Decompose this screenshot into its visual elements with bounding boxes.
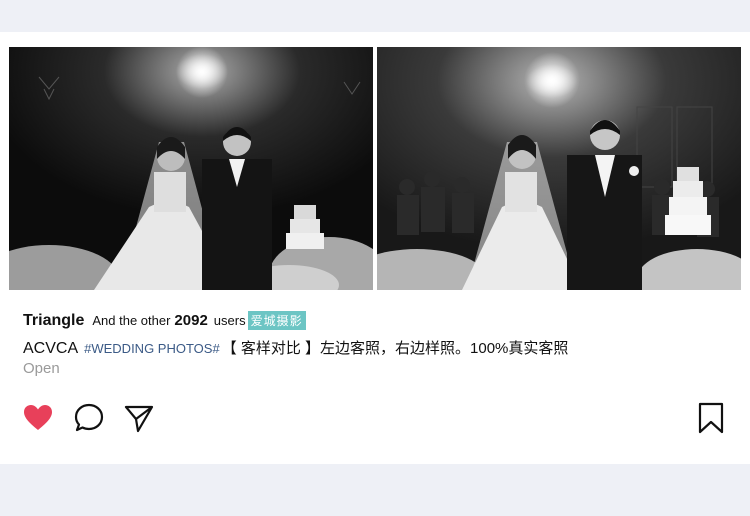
caption-text: 【 客样对比 】左边客照，右边样照。100%真实客照: [221, 340, 569, 357]
likes-count[interactable]: 2092: [174, 312, 207, 329]
caption-hashtag[interactable]: #WEDDING PHOTOS#: [84, 341, 220, 356]
caption-account[interactable]: ACVCA: [23, 340, 78, 358]
share-button[interactable]: [123, 402, 155, 434]
wedding-couple-image: [9, 47, 373, 290]
likes-suffix: users: [213, 313, 246, 328]
bookmark-icon: [698, 402, 724, 434]
like-button[interactable]: [22, 402, 54, 434]
comment-icon: [74, 403, 104, 432]
likes-prefix: And the other: [92, 313, 171, 328]
likes-summary: Triangle And the other 2092 users 爱城摄影: [23, 311, 306, 335]
save-button[interactable]: [695, 402, 727, 434]
send-icon: [124, 405, 154, 433]
post-caption: ACVCA #WEDDING PHOTOS# 【 客样对比 】左边客照，右边样照…: [23, 337, 568, 359]
open-link[interactable]: Open: [23, 360, 60, 377]
brand-logo: 爱城摄影: [247, 311, 306, 330]
customer-photo[interactable]: [9, 47, 373, 290]
post-card: Triangle And the other 2092 users 爱城摄影 A…: [0, 32, 750, 464]
wedding-couple-image: [377, 47, 741, 290]
comment-button[interactable]: [73, 402, 105, 434]
username[interactable]: Triangle: [23, 312, 84, 330]
heart-icon: [24, 405, 52, 430]
sample-photo[interactable]: [377, 47, 741, 290]
